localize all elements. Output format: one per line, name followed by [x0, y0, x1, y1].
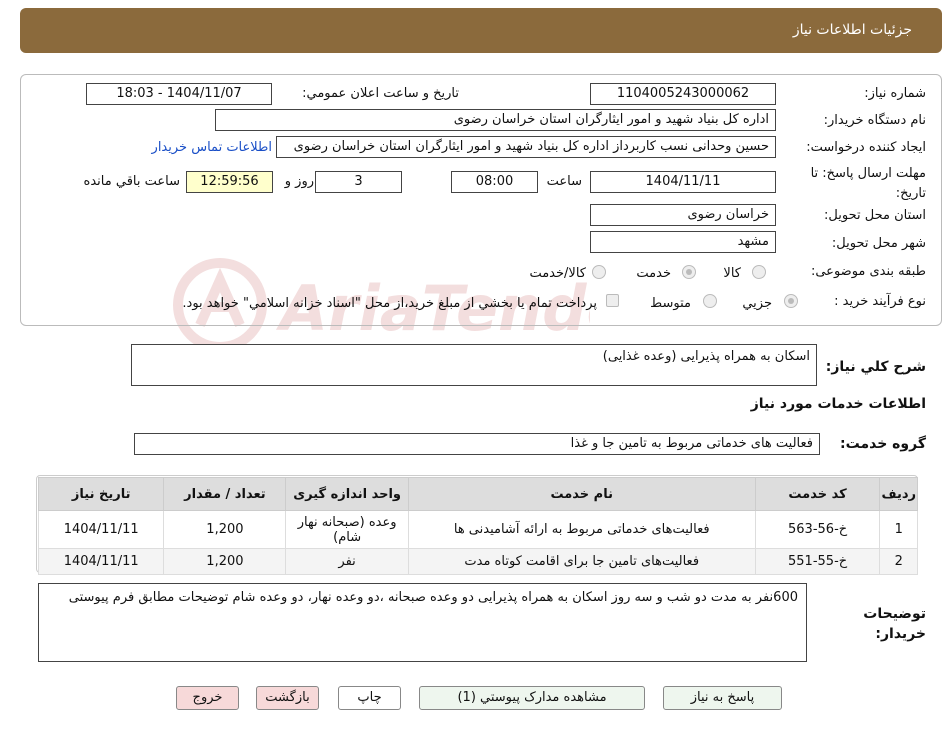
category-label: طبقه بندی موضوعی: — [810, 264, 926, 279]
purchase-radio-minor[interactable] — [784, 294, 798, 308]
cell-row: 1 — [879, 510, 918, 549]
need-number-field: 1104005243000062 — [590, 83, 776, 105]
cell-code: خ-56-563 — [754, 510, 881, 549]
days-field: 3 — [315, 171, 402, 193]
treasury-note: پرداخت تمام يا بخشي از مبلغ خريد،از محل … — [182, 296, 597, 311]
category-option-goods-service: کالا/خدمت — [529, 266, 586, 281]
province-field: خراسان رضوی — [590, 204, 776, 226]
deadline-date-field: 1404/11/11 — [590, 171, 776, 193]
reply-button[interactable]: پاسخ به نياز — [663, 686, 782, 710]
buyer-org-field: اداره کل بنیاد شهید و امور ایثارگران است… — [215, 109, 776, 131]
exit-button[interactable]: خروج — [176, 686, 239, 710]
remaining-time-field: 12:59:56 — [186, 171, 273, 193]
category-option-service: خدمت — [636, 266, 671, 281]
requester-label: ايجاد کننده درخواست: — [806, 140, 926, 155]
city-label: شهر محل تحويل: — [831, 236, 926, 251]
cell-date: 1404/11/11 — [37, 510, 165, 549]
services-info-heading: اطلاعات خدمات مورد نياز — [750, 396, 926, 412]
page-header: جزئیات اطلاعات نیاز — [20, 8, 942, 53]
description-label: شرح کلي نياز: — [825, 359, 926, 375]
purchase-type-label: نوع فرآيند خريد : — [834, 294, 926, 309]
print-button[interactable]: چاپ — [338, 686, 401, 710]
col-header-unit: واحد اندازه گيری — [285, 477, 409, 511]
deadline-time-field: 08:00 — [451, 171, 538, 193]
cell-name: فعالیت‌های خدماتی مربوط به ارائه آشامیدن… — [407, 510, 756, 549]
category-radio-goods[interactable] — [752, 265, 766, 279]
cell-unit: وعده (صبحانه نهار شام) — [285, 510, 409, 549]
announce-date-label: تاریخ و ساعت اعلان عمومي: — [302, 86, 459, 101]
cell-date: 1404/11/11 — [37, 548, 165, 575]
category-radio-service[interactable] — [682, 265, 696, 279]
description-field[interactable]: اسکان به همراه پذیرایی (وعده غذایی) — [131, 344, 817, 386]
cell-unit: نفر — [285, 548, 409, 575]
cell-row: 2 — [879, 548, 918, 575]
col-header-date: تاريخ نياز — [37, 477, 165, 511]
category-option-goods: کالا — [723, 266, 741, 281]
col-header-name: نام خدمت — [407, 477, 756, 511]
service-group-label: گروه خدمت: — [840, 436, 926, 452]
table-row: 1 خ-56-563 فعالیت‌های خدماتی مربوط به ار… — [37, 510, 918, 549]
col-header-code: کد خدمت — [754, 477, 881, 511]
back-button[interactable]: بازگشت — [256, 686, 319, 710]
service-group-field: فعالیت های خدماتی مربوط به تامین جا و غذ… — [134, 433, 820, 455]
treasury-checkbox[interactable] — [606, 294, 619, 307]
remaining-label: ساعت باقي مانده — [83, 174, 180, 189]
purchase-radio-medium[interactable] — [703, 294, 717, 308]
buyer-notes-field[interactable]: 600نفر به مدت دو شب و سه روز اسکان به هم… — [38, 583, 807, 662]
col-header-qty: تعداد / مقدار — [163, 477, 287, 511]
deadline-label: مهلت ارسال پاسخ: تا تاريخ: — [810, 166, 926, 201]
col-header-row: رديف — [879, 477, 918, 511]
buyer-org-label: نام دستگاه خريدار: — [823, 113, 926, 128]
buyer-contact-link[interactable]: اطلاعات تماس خريدار — [152, 140, 272, 155]
province-label: استان محل تحويل: — [824, 208, 926, 223]
table-row: 2 خ-55-551 فعالیت‌های تامین جا برای اقام… — [37, 548, 918, 575]
category-radio-goods-service[interactable] — [592, 265, 606, 279]
deadline-hour-label: ساعت — [546, 174, 582, 189]
cell-code: خ-55-551 — [754, 548, 881, 575]
buyer-notes-label: توضیحات خریدار: — [863, 606, 926, 642]
attachments-button[interactable]: مشاهده مدارک پيوستي (1) — [419, 686, 645, 710]
city-field: مشهد — [590, 231, 776, 253]
services-table: رديف کد خدمت نام خدمت واحد اندازه گيری ت… — [37, 477, 918, 575]
cell-qty: 1,200 — [163, 510, 287, 549]
cell-qty: 1,200 — [163, 548, 287, 575]
requester-field: حسین وحدانی نسب کاربرداز اداره کل بنیاد … — [276, 136, 776, 158]
need-number-label: شماره نیاز: — [864, 86, 926, 101]
cell-name: فعالیت‌های تامین جا برای اقامت کوتاه مدت — [407, 548, 756, 575]
announce-date-field: 1404/11/07 - 18:03 — [86, 83, 272, 105]
page-title: جزئیات اطلاعات نیاز — [792, 22, 912, 38]
purchase-option-medium: متوسط — [650, 296, 691, 311]
purchase-option-minor: جزيي — [742, 296, 772, 311]
days-and-label: روز و — [284, 174, 314, 189]
